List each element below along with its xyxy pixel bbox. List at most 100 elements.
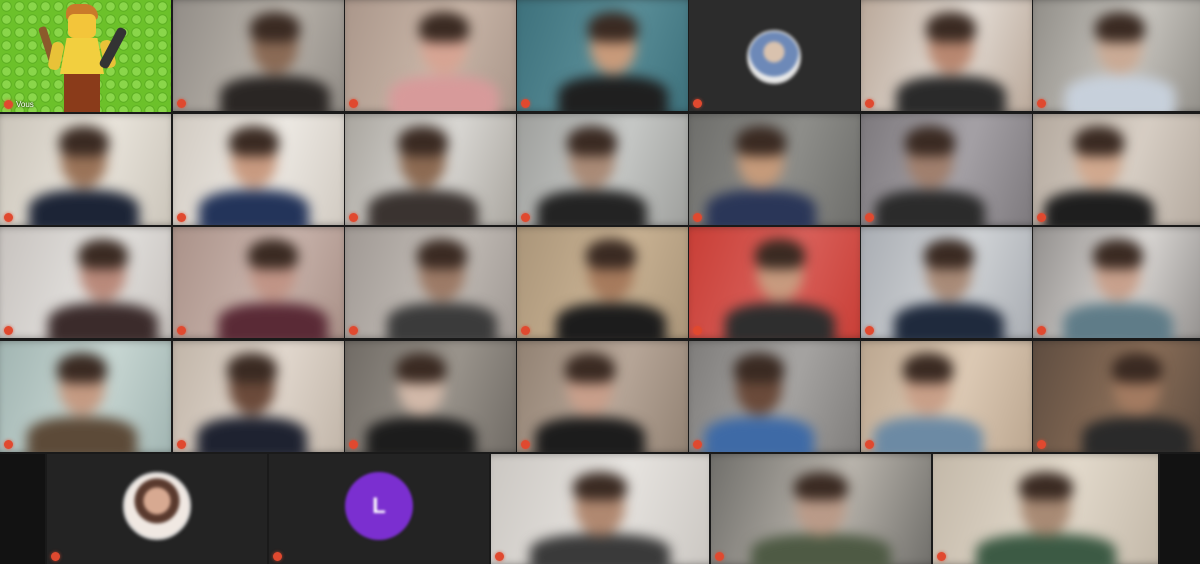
participant-figure <box>0 227 171 338</box>
muted-mic-icon <box>521 440 530 449</box>
self-name-label: Vous <box>16 100 34 109</box>
muted-mic-icon <box>349 99 358 108</box>
participant-video-tile[interactable] <box>173 0 344 111</box>
muted-mic-icon <box>865 99 874 108</box>
muted-mic-icon <box>715 552 724 561</box>
participant-figure <box>173 114 344 225</box>
participant-figure <box>1033 341 1200 452</box>
participant-video-tile[interactable] <box>0 454 45 564</box>
participant-figure <box>345 227 516 338</box>
participant-figure <box>1033 0 1200 111</box>
muted-mic-icon <box>1037 99 1046 108</box>
participant-figure <box>517 341 688 452</box>
participant-video-tile[interactable] <box>345 0 516 111</box>
muted-mic-icon <box>1037 213 1046 222</box>
muted-mic-icon <box>865 326 874 335</box>
participant-figure <box>345 0 516 111</box>
muted-mic-icon <box>693 99 702 108</box>
participant-figure <box>861 114 1032 225</box>
participant-figure <box>861 0 1032 111</box>
muted-mic-icon <box>51 552 60 561</box>
participant-video-tile[interactable] <box>173 341 344 452</box>
muted-mic-icon <box>177 213 186 222</box>
participant-figure <box>517 114 688 225</box>
participant-figure <box>861 341 1032 452</box>
participant-letter-avatar: L <box>345 472 413 540</box>
participant-figure <box>173 227 344 338</box>
participant-video-tile[interactable]: L <box>269 454 489 564</box>
participant-video-tile[interactable] <box>47 454 267 564</box>
muted-mic-icon <box>1037 440 1046 449</box>
participant-video-tile[interactable] <box>861 114 1032 225</box>
muted-mic-icon <box>177 440 186 449</box>
muted-mic-icon <box>177 326 186 335</box>
participant-video-tile[interactable] <box>173 114 344 225</box>
muted-mic-icon <box>1037 326 1046 335</box>
gallery-grid: Vous L <box>0 0 1200 564</box>
muted-mic-icon <box>865 213 874 222</box>
participant-avatar <box>747 30 801 84</box>
muted-mic-icon <box>937 552 946 561</box>
participant-video-tile[interactable] <box>1033 0 1200 111</box>
muted-mic-icon <box>349 326 358 335</box>
muted-mic-icon <box>495 552 504 561</box>
participant-video-tile[interactable] <box>0 227 171 338</box>
participant-figure <box>345 341 516 452</box>
participant-video-tile[interactable] <box>1033 227 1200 338</box>
participant-video-tile[interactable] <box>711 454 931 564</box>
participant-figure <box>517 227 688 338</box>
participant-video-tile[interactable] <box>689 114 860 225</box>
muted-mic-icon <box>4 440 13 449</box>
participant-video-tile[interactable] <box>1033 114 1200 225</box>
participant-figure <box>0 341 171 452</box>
participant-video-tile[interactable] <box>173 227 344 338</box>
participant-video-tile[interactable] <box>933 454 1158 564</box>
muted-mic-icon <box>4 100 13 109</box>
participant-video-tile[interactable] <box>1033 341 1200 452</box>
self-video-tile[interactable]: Vous <box>0 0 171 112</box>
participant-video-tile[interactable] <box>517 341 688 452</box>
muted-mic-icon <box>177 99 186 108</box>
participant-video-tile[interactable] <box>1160 454 1200 564</box>
muted-mic-icon <box>521 213 530 222</box>
muted-mic-icon <box>4 213 13 222</box>
participant-video-tile[interactable] <box>491 454 709 564</box>
participant-video-tile[interactable] <box>689 341 860 452</box>
participant-figure <box>689 114 860 225</box>
participant-figure <box>345 114 516 225</box>
participant-figure <box>173 341 344 452</box>
participant-figure <box>933 454 1158 564</box>
participant-video-tile[interactable] <box>861 227 1032 338</box>
participant-figure <box>1033 114 1200 225</box>
muted-mic-icon <box>693 326 702 335</box>
participant-video-tile[interactable] <box>0 114 171 225</box>
participant-figure <box>517 0 688 111</box>
participant-video-tile[interactable] <box>689 0 860 111</box>
participant-figure <box>689 341 860 452</box>
participant-video-tile[interactable] <box>517 0 688 111</box>
participant-video-tile[interactable] <box>517 114 688 225</box>
participant-video-tile[interactable] <box>861 0 1032 111</box>
participant-video-tile[interactable] <box>0 341 171 452</box>
participant-video-tile[interactable] <box>345 341 516 452</box>
participant-video-tile[interactable] <box>861 341 1032 452</box>
participant-figure <box>689 227 860 338</box>
participant-video-tile[interactable] <box>345 227 516 338</box>
muted-mic-icon <box>521 99 530 108</box>
participant-figure <box>173 0 344 111</box>
participant-figure <box>861 227 1032 338</box>
participant-video-tile[interactable] <box>345 114 516 225</box>
participant-avatar <box>123 472 191 540</box>
muted-mic-icon <box>693 440 702 449</box>
muted-mic-icon <box>349 440 358 449</box>
participant-video-tile[interactable] <box>689 227 860 338</box>
participant-figure <box>711 454 931 564</box>
muted-mic-icon <box>349 213 358 222</box>
participant-video-tile[interactable] <box>517 227 688 338</box>
participant-figure <box>0 114 171 225</box>
participant-figure <box>491 454 709 564</box>
muted-mic-icon <box>693 213 702 222</box>
muted-mic-icon <box>273 552 282 561</box>
lego-minifigure-avatar <box>38 4 130 112</box>
muted-mic-icon <box>865 440 874 449</box>
